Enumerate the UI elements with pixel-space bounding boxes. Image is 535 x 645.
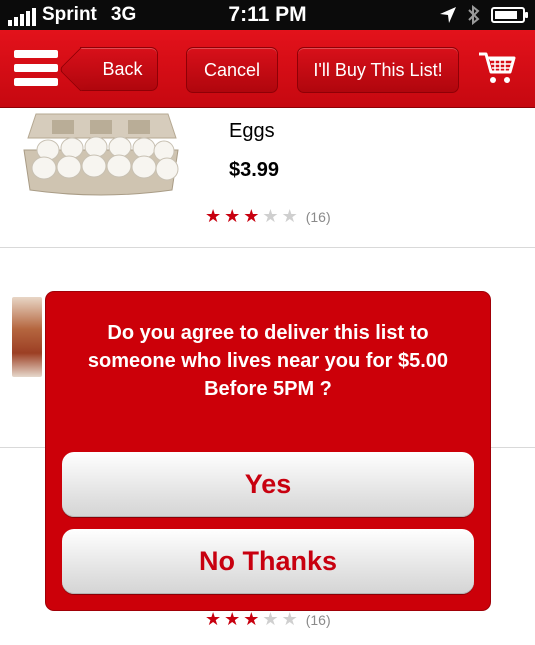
battery-icon <box>491 7 528 23</box>
star-icon: ★ <box>281 609 298 629</box>
eggs-image <box>23 113 179 196</box>
no-thanks-button[interactable]: No Thanks <box>62 529 474 594</box>
star-icon: ★ <box>224 206 241 226</box>
dialog-message: Do you agree to deliver this list to som… <box>87 322 449 400</box>
bacon-image <box>12 297 42 377</box>
star-icon: ★ <box>243 609 260 629</box>
shopping-cart-icon[interactable] <box>478 50 516 86</box>
rating-stars: ★ ★ ★ ★ ★ <box>205 609 301 629</box>
nav-bar: Back Cancel I'll Buy This List! <box>0 30 535 108</box>
hamburger-menu-icon[interactable] <box>14 50 58 86</box>
battery-level-fill <box>495 11 517 19</box>
rating-stars: ★ ★ ★ ★ ★ <box>205 206 301 226</box>
star-icon: ★ <box>262 206 279 226</box>
list-divider <box>0 247 535 248</box>
star-icon: ★ <box>224 609 241 629</box>
location-arrow-icon <box>440 7 456 23</box>
bluetooth-icon <box>468 5 480 25</box>
buy-list-button-label: I'll Buy This List! <box>313 59 443 80</box>
star-icon: ★ <box>243 206 260 226</box>
item-name: Eggs <box>229 120 275 142</box>
review-count: (16) <box>305 612 331 628</box>
yes-button-label: Yes <box>244 469 292 499</box>
no-thanks-button-label: No Thanks <box>198 546 338 576</box>
yes-button[interactable]: Yes <box>62 452 474 517</box>
delivery-confirm-dialog: Do you agree to deliver this list to som… <box>46 292 490 610</box>
cancel-button-label: Cancel <box>203 59 261 80</box>
buy-list-button[interactable]: I'll Buy This List! <box>297 47 459 93</box>
back-button-label: Back <box>102 58 143 79</box>
item-price: $3.99 <box>229 159 280 181</box>
review-count: (16) <box>305 209 331 225</box>
cancel-button[interactable]: Cancel <box>186 47 278 93</box>
back-button[interactable]: Back <box>80 47 158 91</box>
star-icon: ★ <box>262 609 279 629</box>
star-icon: ★ <box>205 609 222 629</box>
status-right <box>439 4 528 26</box>
item-rating: ★ ★ ★ ★ ★ (16) <box>205 610 331 629</box>
star-icon: ★ <box>281 206 298 226</box>
status-bar: Sprint 3G 7:11 PM <box>0 0 535 30</box>
item-rating: ★ ★ ★ ★ ★ (16) <box>205 207 331 226</box>
star-icon: ★ <box>205 206 222 226</box>
